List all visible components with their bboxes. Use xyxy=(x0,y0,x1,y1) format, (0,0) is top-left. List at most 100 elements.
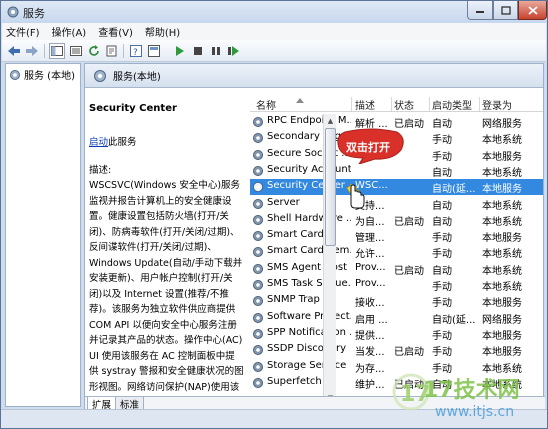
service-name: SMS Task Seque... xyxy=(267,278,351,289)
pane-header: 服务(本地) xyxy=(85,64,543,88)
console-tree-icon xyxy=(51,46,63,56)
service-gear-icon xyxy=(253,133,263,144)
service-row[interactable]: Security Account... 自动 本地系统 xyxy=(250,163,543,179)
service-gear-icon xyxy=(253,280,263,290)
service-description: 启用 ... xyxy=(355,314,388,326)
service-row[interactable]: SPP Notification ... 提供... 手动 本地服务 xyxy=(250,326,543,342)
service-row[interactable]: Server 支持... 自动 本地系统 xyxy=(250,196,543,212)
service-name: Security Center xyxy=(267,180,345,192)
service-logon-as: 本地服务 xyxy=(482,347,522,359)
service-row[interactable]: SSDP Discovery 当发... 已启动 手动 本地服务 xyxy=(250,342,543,358)
menu-view[interactable]: 查看(V) xyxy=(98,24,133,39)
service-logon-as: 本地系统 xyxy=(482,200,522,212)
column-separator[interactable] xyxy=(351,97,352,111)
service-gear-icon xyxy=(253,312,263,323)
service-logon-as: 网络服务 xyxy=(482,119,522,130)
column-separator[interactable] xyxy=(391,97,392,111)
column-header-name[interactable]: 名称 xyxy=(256,97,276,112)
menu-help[interactable]: 帮助(H) xyxy=(145,24,180,39)
service-gear-icon xyxy=(253,361,263,372)
refresh-button[interactable] xyxy=(86,43,102,59)
start-service-line: 启动此服务 xyxy=(89,134,244,148)
selected-service-name: Security Center xyxy=(89,103,177,114)
service-row[interactable]: Software Protect... 启用 ... 自动(延... 网络服务 xyxy=(250,310,543,326)
watermark-title: 17技术网 xyxy=(423,378,520,403)
service-logon-as: 本地系统 xyxy=(482,249,522,261)
service-gear-icon xyxy=(253,214,263,225)
service-gear-icon xyxy=(253,149,263,160)
toolbar-separator xyxy=(123,44,124,58)
service-startup-type: 自动 xyxy=(432,167,452,179)
menu-bar: 文件(F) 操作(A) 查看(V) 帮助(H) xyxy=(2,23,546,40)
services-pane: 服务(本地) Security Center 启动此服务 描述: WSCSVC(… xyxy=(84,63,545,411)
service-gear-icon xyxy=(253,263,263,274)
service-name: Superfetch xyxy=(267,375,322,387)
scroll-up-button[interactable]: ▲ xyxy=(324,114,337,127)
help-button[interactable]: ? xyxy=(128,43,144,59)
service-gear-icon xyxy=(253,247,263,258)
back-arrow-icon xyxy=(8,46,20,56)
service-gear-icon xyxy=(253,328,263,339)
column-header-separator[interactable] xyxy=(429,97,430,111)
service-gear-icon xyxy=(253,182,263,193)
properties-button[interactable] xyxy=(146,43,162,59)
service-status: 已启动 xyxy=(394,265,424,277)
column-header-logon-as[interactable]: 登录为 xyxy=(482,97,512,112)
service-gear-icon xyxy=(253,198,263,209)
services-gear-icon xyxy=(94,69,106,82)
stop-service-button[interactable] xyxy=(190,43,206,59)
maximize-button[interactable] xyxy=(493,1,518,20)
service-gear-icon xyxy=(253,296,263,307)
service-gear-icon xyxy=(253,377,263,388)
service-startup-type: 手动 xyxy=(432,233,452,245)
service-description: 为自... xyxy=(355,216,385,228)
restart-service-button[interactable] xyxy=(226,43,242,59)
menu-file[interactable]: 文件(F) xyxy=(6,24,40,39)
service-gear-icon xyxy=(253,165,263,176)
forward-button[interactable] xyxy=(24,43,40,59)
service-logon-as: 本地系统 xyxy=(482,216,522,228)
export-list-button[interactable] xyxy=(104,43,120,59)
title-bar[interactable]: 服务 xyxy=(1,1,547,23)
service-logon-as: 本地服务 xyxy=(482,298,522,310)
column-header-startup-type[interactable]: 启动类型 xyxy=(432,97,472,112)
start-service-button[interactable] xyxy=(172,43,188,59)
service-row[interactable]: SMS Agent Host Prov... 已启动 自动 本地系统 xyxy=(250,261,543,277)
minimize-icon xyxy=(476,11,484,13)
service-startup-type: 手动 xyxy=(432,298,452,310)
service-name: SNMP Trap xyxy=(267,294,320,306)
service-status: 已启动 xyxy=(394,347,424,359)
menu-action[interactable]: 操作(A) xyxy=(52,24,87,39)
service-row[interactable]: Shell Hardware ... 为自... 已启动 自动 本地系统 xyxy=(250,212,543,228)
service-row[interactable]: Smart Card 管理... 手动 本地服务 xyxy=(250,228,543,244)
services-gear-icon xyxy=(7,6,19,18)
service-row[interactable]: Smart Card Rem... 允许... 手动 本地系统 xyxy=(250,244,543,260)
column-separator[interactable] xyxy=(479,97,480,111)
tree-item-services-local[interactable]: 服务 (本地) xyxy=(9,67,75,82)
service-row[interactable]: SMS Task Seque... Prov... 手动 本地系统 xyxy=(250,277,543,293)
column-header-status[interactable]: 状态 xyxy=(394,97,414,112)
service-startup-type: 自动(延... xyxy=(432,184,476,196)
minimize-button[interactable] xyxy=(467,1,493,20)
help-icon: ? xyxy=(130,45,142,57)
service-description: 允许... xyxy=(355,249,385,261)
service-logon-as: 本地服务 xyxy=(482,330,522,342)
service-row[interactable]: Security Center WSC... 自动(延... 本地服务 xyxy=(250,179,543,196)
service-startup-type: 手动 xyxy=(432,151,452,163)
column-header-description[interactable]: 描述 xyxy=(355,97,375,112)
start-service-suffix: 此服务 xyxy=(108,137,137,148)
start-service-link[interactable]: 启动 xyxy=(89,137,108,148)
services-window: 服务 文件(F) 操作(A) 查看(V) 帮助(H) ? 服务 (本地) 服务(… xyxy=(0,0,548,429)
service-description: 提供... xyxy=(355,330,385,342)
service-name: SPP Notification ... xyxy=(267,326,351,338)
service-row[interactable]: SNMP Trap 接收... 手动 本地服务 xyxy=(250,293,543,309)
hand-cursor-icon xyxy=(346,183,365,209)
back-button[interactable] xyxy=(6,43,22,59)
close-button[interactable] xyxy=(518,1,547,20)
list-view-button[interactable] xyxy=(68,43,84,59)
show-tree-button[interactable] xyxy=(49,43,65,59)
service-startup-type: 自动 xyxy=(432,265,452,277)
pause-service-button[interactable] xyxy=(208,43,224,59)
service-description: 管理... xyxy=(355,233,385,245)
service-name: SSDP Discovery xyxy=(267,343,347,355)
